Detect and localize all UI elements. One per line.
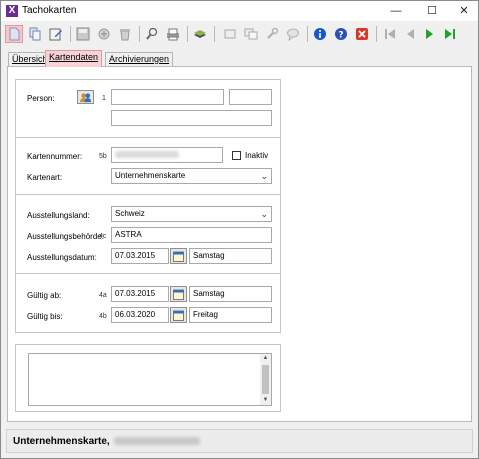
info-icon[interactable] — [311, 25, 329, 43]
scroll-thumb[interactable] — [262, 365, 269, 394]
comment-icon[interactable] — [284, 25, 302, 43]
gueltig-bis-code: 4b — [99, 313, 107, 320]
tab-kartendaten[interactable]: Kartendaten — [45, 50, 103, 67]
ausstellungsland-label: Ausstellungsland: — [27, 211, 90, 220]
gueltig-bis-weekday: Freitag — [189, 307, 272, 323]
gueltig-bis-label: Gültig bis: — [27, 312, 63, 321]
gueltig-ab-field[interactable]: 07.03.2015 — [111, 286, 169, 302]
close-window-button[interactable]: ✕ — [447, 1, 479, 21]
app-logo-icon: X — [6, 5, 18, 17]
scroll-up-icon[interactable]: ▲ — [260, 354, 271, 363]
person-second-field[interactable] — [229, 89, 272, 105]
last-record-icon[interactable] — [441, 25, 459, 43]
person-code: 1 — [102, 95, 106, 102]
search-icon[interactable] — [143, 25, 161, 43]
scroll-down-icon[interactable]: ▼ — [260, 396, 271, 405]
ausstellungsbehoerde-field[interactable]: ASTRA — [111, 227, 272, 243]
notes-panel: ▲ ▼ — [15, 344, 281, 412]
help-icon[interactable]: ? — [332, 25, 350, 43]
application-window: X Tachokarten — ☐ ✕ ? Übersicht Kartenda… — [0, 0, 479, 459]
gueltig-bis-field[interactable]: 06.03.2020 — [111, 307, 169, 323]
tab-archivierungen[interactable]: Archivierungen — [105, 52, 174, 66]
print-icon[interactable] — [164, 25, 182, 43]
chevron-down-icon: ⌄ — [260, 209, 268, 219]
section-divider — [16, 273, 280, 274]
copy-icon[interactable] — [26, 25, 44, 43]
person-label: Person: — [27, 94, 55, 103]
ausstellungsdatum-calendar-button[interactable] — [170, 248, 187, 264]
person-picker-button[interactable] — [77, 90, 94, 104]
section-divider — [16, 137, 280, 138]
tools-icon[interactable] — [263, 25, 281, 43]
gueltig-ab-code: 4a — [99, 292, 107, 299]
gueltig-ab-label: Gültig ab: — [27, 291, 62, 300]
status-bar: Unternehmenskarte, — [6, 429, 473, 453]
calendar-icon — [173, 289, 184, 300]
chevron-down-icon: ⌄ — [260, 171, 268, 181]
save-icon[interactable] — [74, 25, 92, 43]
new-document-icon[interactable] — [5, 25, 23, 43]
toolbar: ? — [1, 22, 478, 46]
section-divider — [16, 194, 280, 195]
people-icon — [80, 92, 91, 102]
ausstellungsdatum-label: Ausstellungsdatum: — [27, 253, 97, 262]
status-text: Unternehmenskarte, — [13, 436, 200, 447]
window-copy-icon[interactable] — [242, 25, 260, 43]
kartennummer-code: 5b — [99, 153, 107, 160]
person-first-field[interactable] — [111, 89, 224, 105]
previous-record-icon[interactable] — [401, 25, 419, 43]
first-record-icon[interactable] — [381, 25, 399, 43]
kartenart-label: Kartenart: — [27, 173, 63, 182]
kartennummer-label: Kartennummer: — [27, 152, 83, 161]
ausstellungsbehoerde-code: 4c — [99, 233, 107, 240]
gueltig-ab-weekday: Samstag — [189, 286, 272, 302]
edit-icon[interactable] — [47, 25, 65, 43]
gueltig-bis-calendar-button[interactable] — [170, 307, 187, 323]
title-bar: X Tachokarten — ☐ ✕ — [1, 1, 478, 21]
window-icon[interactable] — [221, 25, 239, 43]
exit-icon[interactable] — [353, 25, 371, 43]
ausstellungsbehoerde-label: Ausstellungsbehörde: — [27, 232, 104, 241]
card-data-form: Person: 1 Kartennummer: 5b Inaktiv Karte… — [15, 79, 281, 333]
kartennummer-field[interactable] — [111, 147, 223, 163]
inaktiv-checkbox[interactable] — [232, 151, 241, 160]
save-all-icon[interactable] — [95, 25, 113, 43]
ausstellungsdatum-weekday: Samstag — [189, 248, 272, 264]
gueltig-ab-calendar-button[interactable] — [170, 286, 187, 302]
calendar-icon — [173, 310, 184, 321]
svg-text:?: ? — [338, 31, 343, 41]
inaktiv-label: Inaktiv — [245, 151, 269, 160]
delete-icon[interactable] — [116, 25, 134, 43]
notes-scrollbar[interactable]: ▲ ▼ — [260, 354, 271, 405]
maximize-button[interactable]: ☐ — [415, 1, 449, 21]
ausstellungsland-select[interactable]: Schweiz ⌄ — [111, 206, 272, 222]
person-third-field[interactable] — [111, 110, 272, 126]
minimize-button[interactable]: — — [379, 1, 413, 21]
redacted-value — [115, 151, 179, 159]
window-title: Tachokarten — [22, 5, 77, 16]
kartenart-select[interactable]: Unternehmenskarte ⌄ — [111, 168, 272, 184]
notes-textarea[interactable]: ▲ ▼ — [28, 353, 272, 406]
redacted-value — [113, 437, 200, 446]
next-record-icon[interactable] — [421, 25, 439, 43]
stack-icon[interactable] — [191, 25, 209, 43]
ausstellungsdatum-field[interactable]: 07.03.2015 — [111, 248, 169, 264]
tab-strip: Übersicht Kartendaten Archivierungen — [1, 50, 478, 67]
calendar-icon — [173, 251, 184, 262]
